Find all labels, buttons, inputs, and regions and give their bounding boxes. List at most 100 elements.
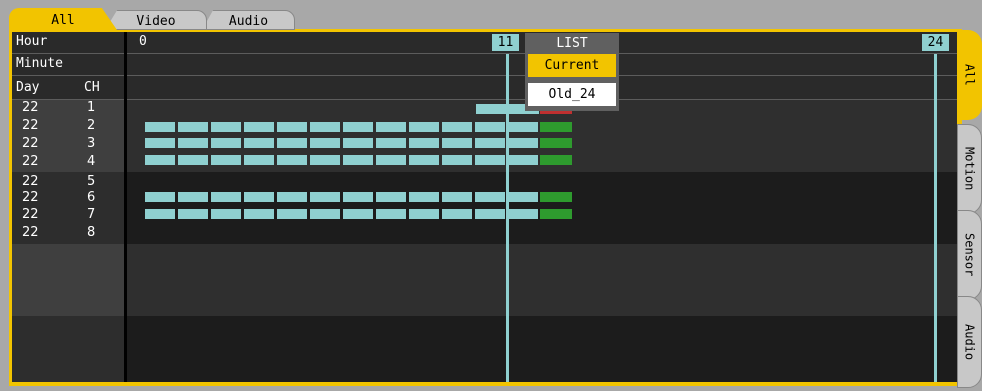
record-segment[interactable] bbox=[508, 192, 538, 202]
record-segment[interactable] bbox=[145, 138, 175, 148]
record-segment-current[interactable] bbox=[540, 138, 572, 148]
side-tab-sensor[interactable]: Sensor bbox=[957, 210, 982, 300]
record-segment[interactable] bbox=[343, 138, 373, 148]
record-segment[interactable] bbox=[409, 122, 439, 132]
day-ch-header-row: Day CH bbox=[12, 76, 957, 100]
record-segment[interactable] bbox=[476, 104, 506, 114]
side-tab-sensor-label: Sensor bbox=[962, 233, 977, 277]
record-segment-current[interactable] bbox=[540, 192, 572, 202]
record-segment[interactable] bbox=[211, 155, 241, 165]
record-segment[interactable] bbox=[244, 209, 274, 219]
record-segment[interactable] bbox=[277, 122, 307, 132]
record-segment[interactable] bbox=[310, 209, 340, 219]
row-2-ch: 2 bbox=[87, 118, 96, 133]
row-7-ch: 7 bbox=[87, 207, 96, 222]
ch-column-header: CH bbox=[84, 80, 100, 95]
tab-all[interactable]: All bbox=[9, 8, 117, 30]
record-segment[interactable] bbox=[211, 192, 241, 202]
record-segment[interactable] bbox=[310, 155, 340, 165]
record-segment[interactable] bbox=[211, 122, 241, 132]
tab-video[interactable]: Video bbox=[105, 10, 207, 30]
record-segment[interactable] bbox=[376, 138, 406, 148]
record-segment[interactable] bbox=[442, 192, 472, 202]
record-segment[interactable] bbox=[145, 122, 175, 132]
end-hour-marker: 24 bbox=[922, 34, 949, 51]
record-segment[interactable] bbox=[343, 155, 373, 165]
side-tab-motion[interactable]: Motion bbox=[957, 124, 982, 214]
record-segment[interactable] bbox=[211, 138, 241, 148]
record-segment[interactable] bbox=[376, 192, 406, 202]
record-segment[interactable] bbox=[409, 209, 439, 219]
record-segment[interactable] bbox=[508, 155, 538, 165]
record-segment[interactable] bbox=[145, 155, 175, 165]
record-segment-current[interactable] bbox=[540, 155, 572, 165]
record-segment[interactable] bbox=[376, 122, 406, 132]
record-segment[interactable] bbox=[310, 122, 340, 132]
record-segment[interactable] bbox=[475, 122, 505, 132]
row-6-ch: 6 bbox=[87, 190, 96, 205]
record-segment[interactable] bbox=[178, 138, 208, 148]
current-time-cursor[interactable] bbox=[506, 54, 509, 382]
record-segment[interactable] bbox=[211, 209, 241, 219]
record-segment[interactable] bbox=[409, 192, 439, 202]
record-segment[interactable] bbox=[508, 138, 538, 148]
record-segment[interactable] bbox=[376, 209, 406, 219]
list-item-old-24[interactable]: Old_24 bbox=[528, 83, 616, 106]
column-divider bbox=[124, 32, 127, 382]
record-segment[interactable] bbox=[244, 122, 274, 132]
record-segment[interactable] bbox=[343, 209, 373, 219]
hour-start-label: 0 bbox=[139, 34, 147, 49]
record-segment[interactable] bbox=[178, 209, 208, 219]
side-tab-all-label: All bbox=[962, 64, 977, 86]
record-segment[interactable] bbox=[244, 138, 274, 148]
row-7-day: 22 bbox=[22, 207, 39, 222]
list-item-current[interactable]: Current bbox=[528, 54, 616, 77]
side-tab-audio[interactable]: Audio bbox=[957, 296, 982, 388]
record-segment[interactable] bbox=[475, 192, 505, 202]
record-segment[interactable] bbox=[409, 138, 439, 148]
side-tab-all[interactable]: All bbox=[957, 30, 982, 120]
end-time-cursor[interactable] bbox=[934, 54, 937, 382]
record-segment[interactable] bbox=[508, 209, 538, 219]
record-segment[interactable] bbox=[277, 155, 307, 165]
record-segment[interactable] bbox=[475, 155, 505, 165]
row-4-ch: 4 bbox=[87, 154, 96, 169]
record-segment[interactable] bbox=[343, 122, 373, 132]
record-segment[interactable] bbox=[145, 209, 175, 219]
record-segment[interactable] bbox=[244, 155, 274, 165]
record-segment[interactable] bbox=[475, 138, 505, 148]
row-2-day: 22 bbox=[22, 118, 39, 133]
record-segment[interactable] bbox=[409, 155, 439, 165]
record-segment[interactable] bbox=[277, 209, 307, 219]
record-segment[interactable] bbox=[178, 155, 208, 165]
record-segment[interactable] bbox=[310, 192, 340, 202]
record-segment[interactable] bbox=[508, 122, 538, 132]
row-5-day: 22 bbox=[22, 174, 39, 189]
hour-label: Hour bbox=[16, 34, 48, 49]
row-6-day: 22 bbox=[22, 190, 39, 205]
record-segment[interactable] bbox=[442, 138, 472, 148]
record-segment-current[interactable] bbox=[540, 209, 572, 219]
record-segment-current[interactable] bbox=[540, 122, 572, 132]
record-segment[interactable] bbox=[343, 192, 373, 202]
record-segment[interactable] bbox=[145, 192, 175, 202]
record-segment[interactable] bbox=[244, 192, 274, 202]
list-popup-title: LIST bbox=[556, 35, 588, 51]
record-segment[interactable] bbox=[442, 122, 472, 132]
record-segment[interactable] bbox=[277, 138, 307, 148]
record-segment[interactable] bbox=[310, 138, 340, 148]
tab-audio[interactable]: Audio bbox=[202, 10, 295, 30]
side-tab-motion-label: Motion bbox=[962, 147, 977, 191]
row-band-4 bbox=[12, 316, 957, 382]
tab-video-label: Video bbox=[136, 13, 176, 29]
record-segment[interactable] bbox=[277, 192, 307, 202]
record-segment[interactable] bbox=[178, 192, 208, 202]
record-segment[interactable] bbox=[475, 209, 505, 219]
timeline-panel: Hour 0 Minute Day CH 22 1 22 2 22 3 22 4… bbox=[12, 32, 957, 382]
record-segment[interactable] bbox=[442, 155, 472, 165]
record-segment[interactable] bbox=[376, 155, 406, 165]
row-band-3 bbox=[12, 244, 957, 316]
row-3-ch: 3 bbox=[87, 136, 96, 151]
record-segment[interactable] bbox=[178, 122, 208, 132]
record-segment[interactable] bbox=[442, 209, 472, 219]
